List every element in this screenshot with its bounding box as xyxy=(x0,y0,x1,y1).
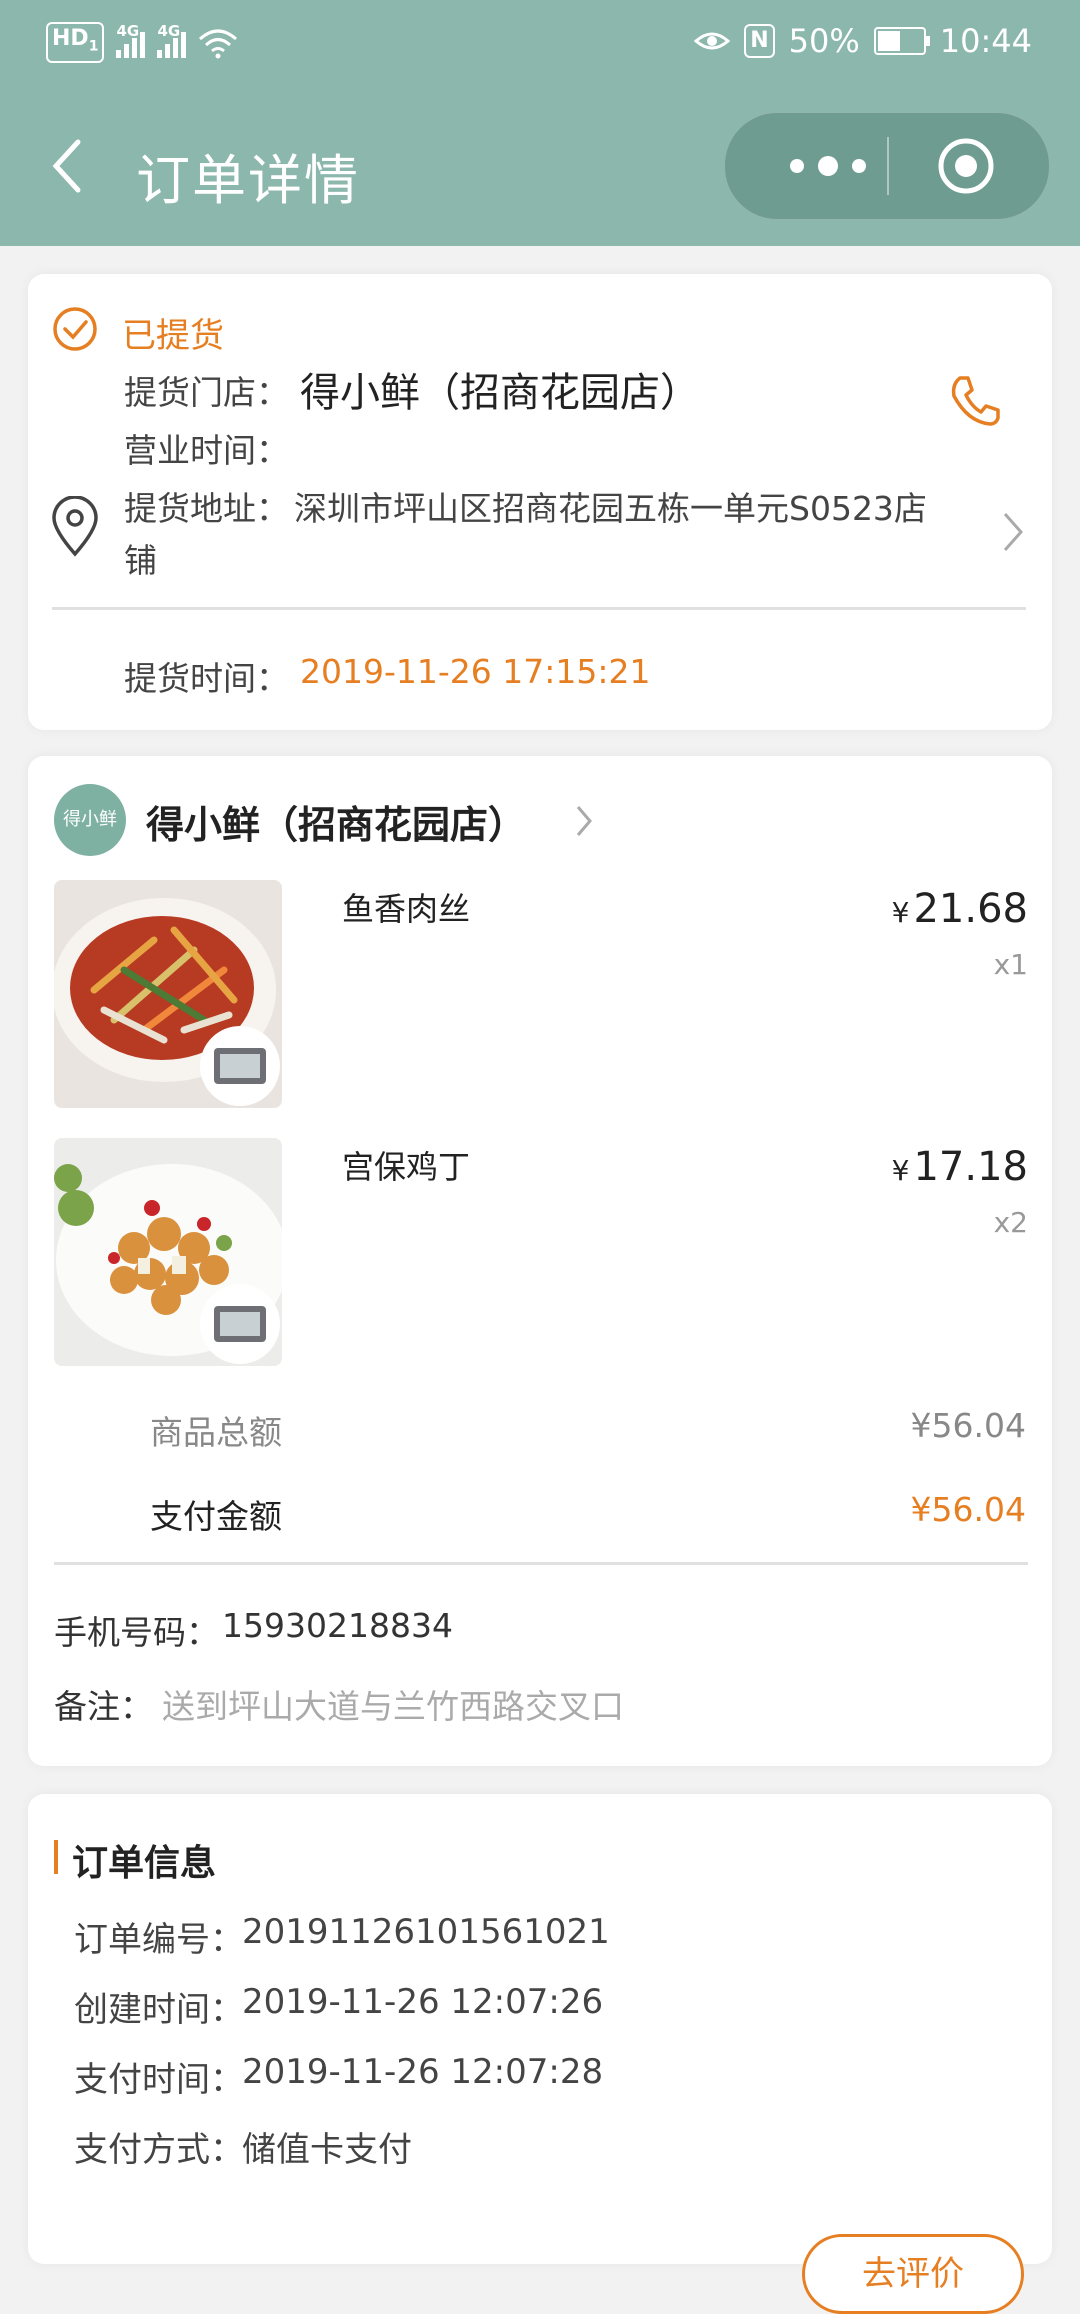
close-miniapp-icon[interactable] xyxy=(937,137,995,195)
divider xyxy=(54,1562,1028,1565)
shop-name: 得小鲜（招商花园店） xyxy=(146,803,527,847)
phone-value: 15930218834 xyxy=(222,1606,453,1645)
hours-label: 营业时间： xyxy=(124,431,289,470)
shop-header[interactable]: 得小鲜 得小鲜（招商花园店） xyxy=(54,784,614,856)
item-qty: x2 xyxy=(993,1206,1028,1239)
nav-bar: 订单详情 xyxy=(0,100,1080,230)
address-line-1[interactable]: 深圳市坪山区招商花园五栋一单元S0523店 xyxy=(294,482,927,530)
order-number-value: 20191126101561021 xyxy=(242,1912,610,1952)
paid-time-label: 支付时间： xyxy=(74,2060,244,2100)
item-qty: x1 xyxy=(993,948,1028,981)
section-title: 订单信息 xyxy=(72,1843,217,1884)
chevron-right-icon xyxy=(576,806,592,836)
note-value: 送到坪山大道与兰竹西路交叉口 xyxy=(162,1687,624,1726)
paid-time-value: 2019-11-26 12:07:28 xyxy=(242,2052,604,2092)
created-time-value: 2019-11-26 12:07:26 xyxy=(242,1982,604,2022)
signal-icon: 4G xyxy=(116,22,146,58)
goods-total-value: ¥56.04 xyxy=(910,1406,1026,1445)
pickup-status: 已提货 xyxy=(122,316,224,356)
more-icon[interactable] xyxy=(773,143,883,189)
product-image xyxy=(54,1138,282,1366)
battery-icon xyxy=(873,27,930,55)
item-name: 宫保鸡丁 xyxy=(342,1148,471,1186)
nfc-icon: N xyxy=(744,24,775,58)
eye-icon xyxy=(694,32,731,50)
created-time-label: 创建时间： xyxy=(74,1990,244,2030)
paid-total-label: 支付金额 xyxy=(150,1497,282,1536)
list-item[interactable]: 宫保鸡丁 ¥17.18 x2 xyxy=(54,1138,1028,1368)
store-name: 得小鲜（招商花园店） xyxy=(300,370,700,416)
miniapp-capsule xyxy=(724,112,1050,220)
review-button[interactable]: 去评价 xyxy=(802,2234,1024,2314)
back-arrow-icon[interactable] xyxy=(44,136,94,196)
pickup-time-label: 提货时间： xyxy=(124,659,289,698)
wifi-icon xyxy=(199,29,238,59)
order-items-card: 得小鲜 得小鲜（招商花园店） 鱼香肉丝 ¥21.68 x1 宫保鸡丁 ¥ 17.… xyxy=(28,756,1052,1766)
battery-percent: 50% xyxy=(788,22,860,60)
status-bar: HD1 4G 4G N 50% 10:44 xyxy=(0,0,1080,86)
payment-method-label: 支付方式： xyxy=(74,2130,244,2170)
location-pin-icon xyxy=(52,496,98,557)
payment-method-value: 储值卡支付 xyxy=(242,2130,412,2170)
goods-total-label: 商品总额 xyxy=(150,1413,282,1452)
pickup-card: 已提货 提货门店： 得小鲜（招商花园店） 营业时间： 提货地址： 深圳市坪山区招… xyxy=(28,274,1052,730)
page-title: 订单详情 xyxy=(136,149,360,212)
order-info-card: 订单信息 订单编号： 20191126101561021 创建时间： 2019-… xyxy=(28,1794,1052,2264)
pickup-time-value: 2019-11-26 17:15:21 xyxy=(300,652,651,691)
order-number-label: 订单编号： xyxy=(74,1920,244,1960)
list-item[interactable]: 鱼香肉丝 ¥21.68 x1 xyxy=(54,880,1028,1110)
note-label: 备注： xyxy=(54,1687,153,1726)
product-image xyxy=(54,880,282,1108)
item-price: ¥21.68 xyxy=(891,886,1028,932)
paid-total-value: ¥56.04 xyxy=(910,1490,1026,1529)
header-bar: HD1 4G 4G N 50% 10:44 订单详情 xyxy=(0,0,1080,246)
section-accent-bar xyxy=(54,1840,58,1874)
phone-label: 手机号码： xyxy=(54,1613,219,1652)
item-price: ¥17.18 xyxy=(891,1144,1028,1190)
capsule-divider xyxy=(887,137,889,195)
hd-indicator: HD1 xyxy=(46,22,105,64)
address-line-2: 铺 xyxy=(124,541,157,580)
phone-icon[interactable] xyxy=(946,372,1004,430)
address-label: 提货地址： xyxy=(124,489,289,528)
item-name: 鱼香肉丝 xyxy=(342,890,471,928)
shop-logo: 得小鲜 xyxy=(54,784,126,856)
signal-icon: 4G xyxy=(157,22,187,58)
clock: 10:44 xyxy=(939,22,1032,60)
check-circle-icon xyxy=(53,307,97,351)
store-label: 提货门店： xyxy=(124,373,289,412)
divider xyxy=(52,607,1026,610)
chevron-right-icon[interactable] xyxy=(1000,510,1026,554)
